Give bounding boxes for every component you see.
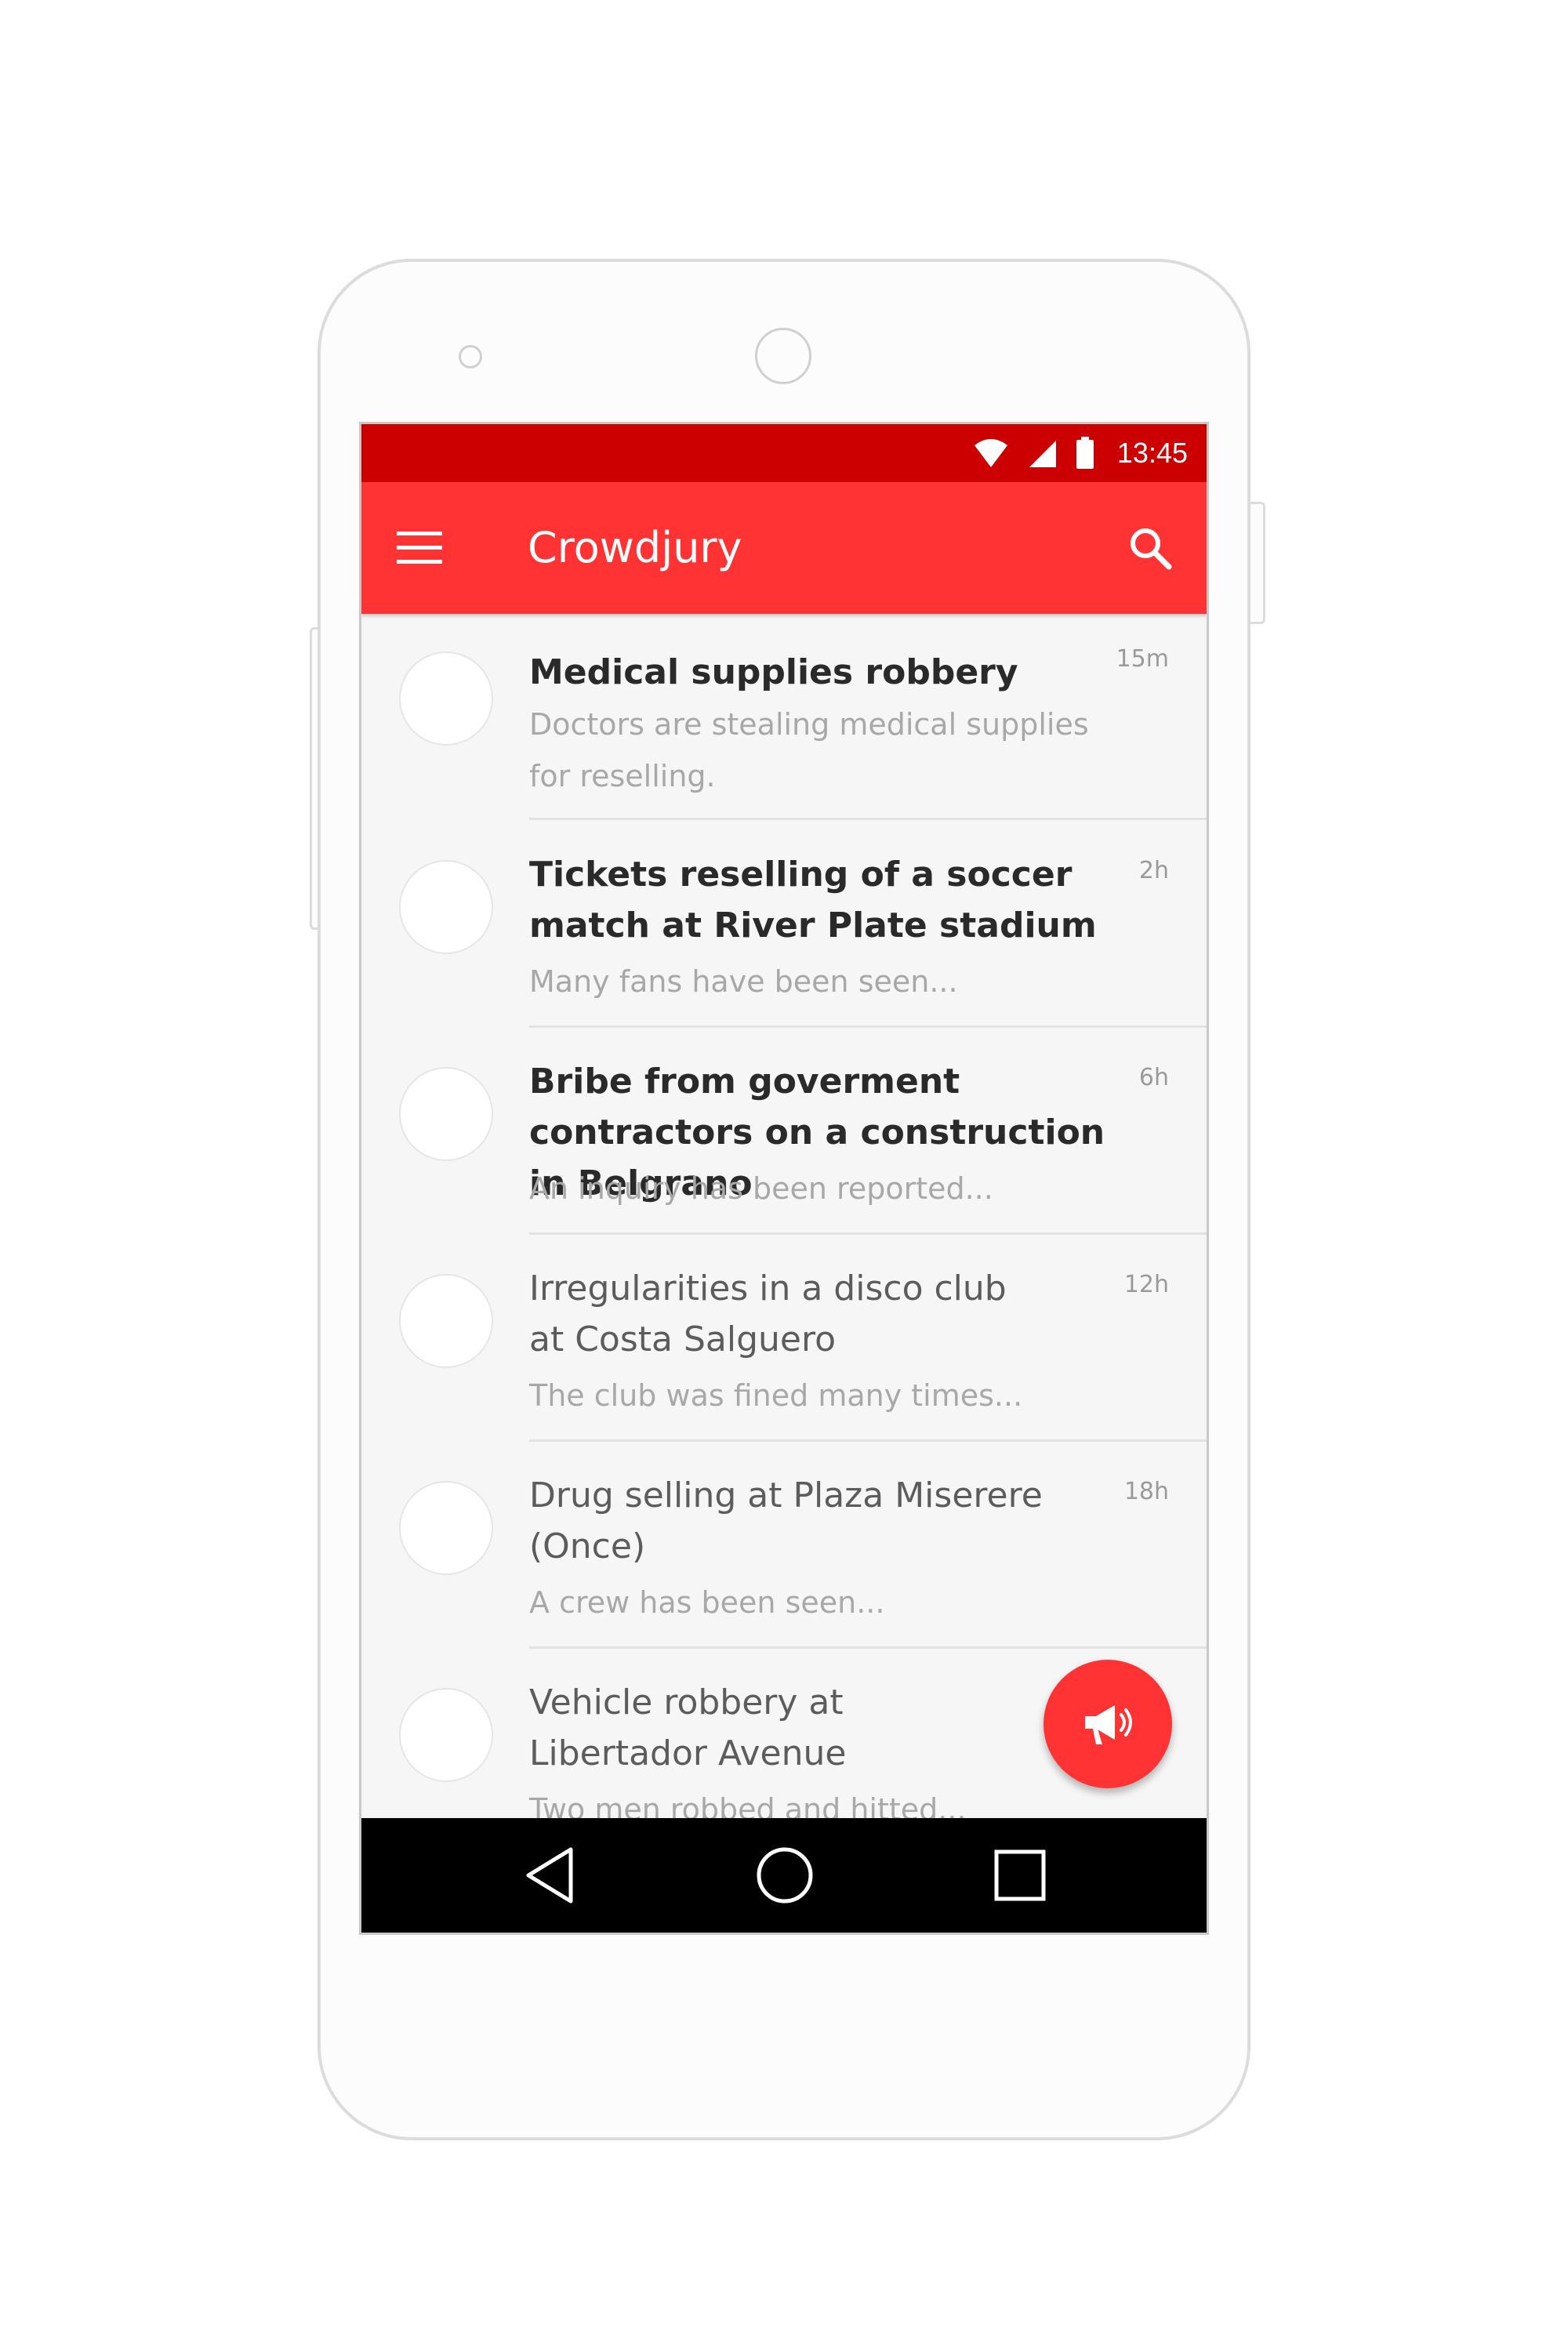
battery-icon [1075, 437, 1095, 470]
recents-icon [994, 1849, 1046, 1901]
status-bar: 13:45 [361, 424, 1207, 482]
avatar [399, 860, 493, 954]
report-snippet: Doctors are stealing medical supplies fo… [529, 707, 1089, 793]
home-icon [755, 1846, 815, 1905]
avatar [399, 1067, 493, 1161]
report-title: Tickets reselling of a soccer match at R… [529, 855, 1097, 946]
divider [529, 818, 1207, 820]
signal-icon [1026, 437, 1058, 469]
recents-button[interactable] [989, 1844, 1051, 1907]
report-time: 12h [1123, 1271, 1169, 1298]
list-item[interactable]: Drug selling at Plaza Miserere (Once) A … [361, 1442, 1207, 1649]
menu-button[interactable] [394, 523, 445, 573]
report-title: Vehicle robbery at Libertador Avenue [529, 1682, 847, 1773]
back-icon [524, 1846, 575, 1904]
sensor-dot [459, 345, 482, 368]
avatar [399, 1481, 493, 1575]
report-list[interactable]: Medical supplies robbery Doctors are ste… [361, 614, 1207, 1821]
report-snippet: Many fans have been seen... [529, 964, 958, 999]
app-bar: Crowdjury [361, 482, 1207, 614]
avatar [399, 1274, 493, 1368]
report-snippet: A crew has been seen... [529, 1585, 885, 1620]
search-icon [1128, 526, 1172, 570]
new-report-button[interactable] [1044, 1660, 1172, 1788]
home-button[interactable] [753, 1844, 816, 1907]
report-title: Medical supplies robbery [529, 652, 1018, 692]
wifi-icon [973, 437, 1009, 469]
report-title: Irregularities in a disco club at Costa … [529, 1269, 1007, 1359]
front-camera [755, 328, 811, 384]
back-button[interactable] [518, 1844, 581, 1907]
report-snippet: The club was fined many times... [529, 1378, 1023, 1413]
avatar [399, 1688, 493, 1782]
report-title: Drug selling at Plaza Miserere (Once) [529, 1475, 1043, 1566]
list-item[interactable]: Bribe from goverment contractors on a co… [361, 1028, 1207, 1235]
status-time: 13:45 [1116, 437, 1188, 469]
list-item[interactable]: Tickets reselling of a soccer match at R… [361, 821, 1207, 1028]
search-button[interactable] [1123, 521, 1177, 575]
report-time: 15m [1116, 645, 1169, 673]
hamburger-menu-icon [397, 532, 442, 564]
report-snippet: Two men robbed and hitted... [529, 1792, 967, 1821]
megaphone-icon [1080, 1700, 1135, 1748]
status-icons: 13:45 [973, 424, 1188, 482]
list-item[interactable]: Medical supplies robbery Doctors are ste… [361, 614, 1207, 821]
avatar [399, 652, 493, 746]
app-title: Crowdjury [528, 523, 742, 572]
report-time: 6h [1138, 1064, 1169, 1091]
system-nav-bar [361, 1818, 1207, 1933]
phone-screen: 13:45 Crowdjury Medical supplies robbery… [359, 422, 1209, 1935]
report-snippet: An inquiry has been reported... [529, 1171, 993, 1206]
report-time: 18h [1123, 1478, 1169, 1505]
report-time: 2h [1138, 857, 1169, 884]
list-item[interactable]: Irregularities in a disco club at Costa … [361, 1235, 1207, 1442]
